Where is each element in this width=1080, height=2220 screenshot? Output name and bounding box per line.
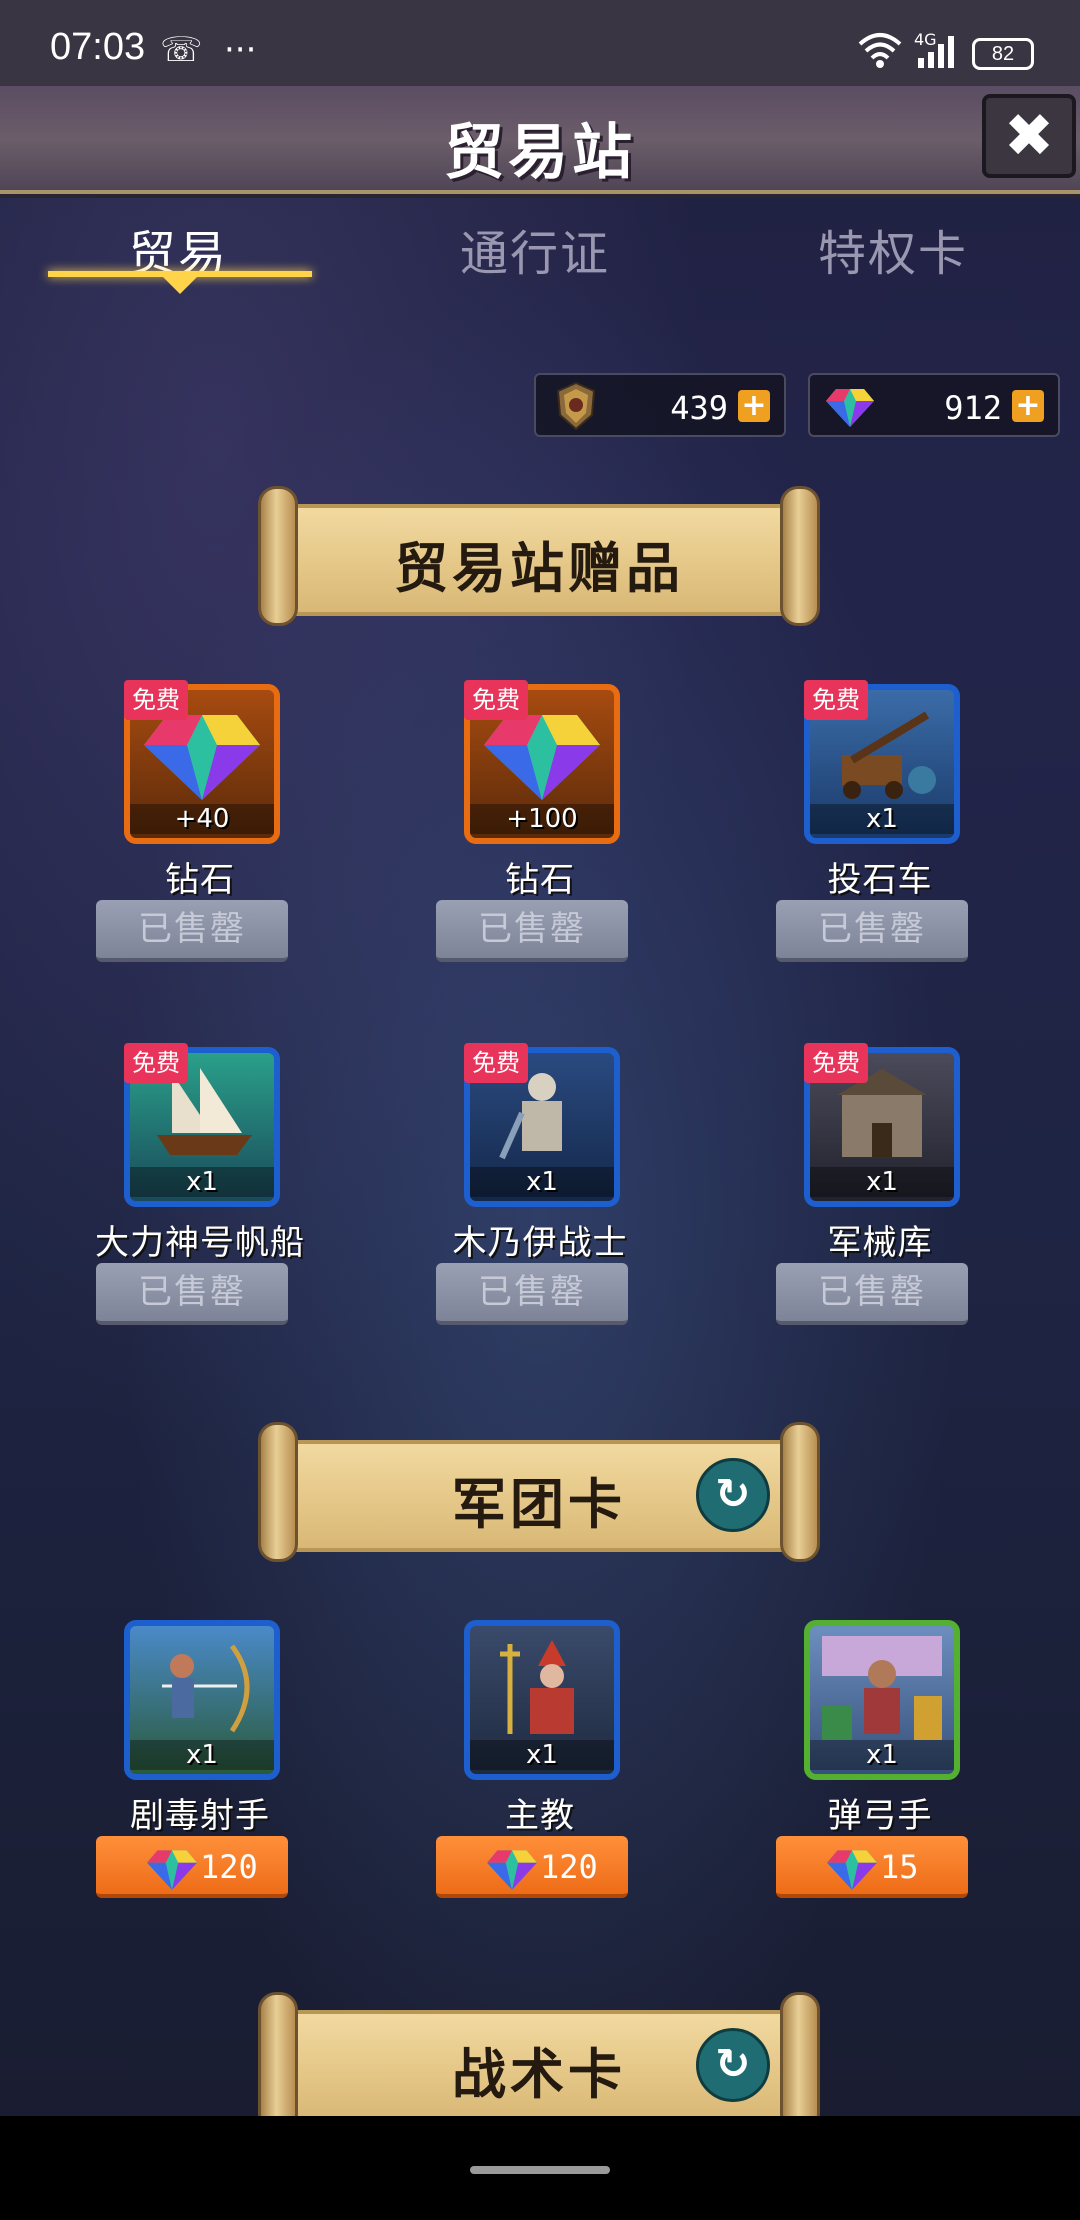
gift-item: x1 免费 军械库 已售罄	[740, 1043, 980, 1337]
item-name: 弹弓手	[827, 1796, 933, 1836]
item-quantity: x1	[130, 1740, 274, 1770]
free-badge: 免费	[124, 1043, 188, 1083]
bishop-icon	[500, 1640, 574, 1734]
tab-pass[interactable]: 通行证	[460, 214, 610, 284]
item-name: 木乃伊战士	[452, 1223, 628, 1263]
slinger-icon	[822, 1636, 942, 1740]
free-badge: 免费	[464, 680, 528, 720]
close-button[interactable]: ✖	[982, 94, 1076, 178]
item-tile[interactable]: x1	[804, 1620, 960, 1780]
item-tile[interactable]: x1	[124, 1620, 280, 1780]
item-name: 主教	[505, 1796, 575, 1836]
sold-out-button[interactable]: 已售罄	[96, 900, 288, 962]
free-badge: 免费	[804, 1043, 868, 1083]
buy-button[interactable]: 15	[776, 1836, 968, 1898]
item-name: 大力神号帆船	[95, 1223, 305, 1263]
price: 120	[540, 1848, 598, 1886]
item-name: 剧毒射手	[130, 1796, 270, 1836]
wifi-icon	[858, 33, 902, 68]
banner-legion-cards: 军团卡 ↻	[258, 1422, 820, 1562]
buy-button[interactable]: 120	[436, 1836, 628, 1898]
chevron-down-icon	[158, 272, 202, 294]
crest-count: 439	[670, 389, 728, 427]
home-indicator[interactable]	[470, 2166, 610, 2174]
section-title-gifts: 贸易站赠品	[394, 537, 684, 600]
item-quantity: x1	[810, 1167, 954, 1197]
refresh-button[interactable]: ↻	[696, 2028, 770, 2102]
tab-privilege-card[interactable]: 特权卡	[818, 214, 968, 284]
item-name: 钻石	[165, 860, 235, 900]
add-crest-button[interactable]: +	[738, 390, 770, 422]
item-quantity: x1	[130, 1167, 274, 1197]
item-tile[interactable]: x1	[464, 1620, 620, 1780]
item-quantity: x1	[470, 1167, 614, 1197]
signal-icon	[918, 36, 954, 68]
gift-item: x1 免费 投石车 已售罄	[740, 680, 980, 974]
item-name: 投石车	[827, 860, 933, 900]
price: 120	[200, 1848, 258, 1886]
price: 15	[880, 1848, 919, 1886]
legion-card-item: x1 剧毒射手 120	[60, 1620, 300, 1910]
crest-icon	[556, 381, 596, 431]
currency-diamond: 912 +	[808, 373, 1060, 437]
sold-out-button[interactable]: 已售罄	[776, 900, 968, 962]
more-icon: ···	[224, 30, 257, 70]
gift-item: x1 免费 木乃伊战士 已售罄	[400, 1043, 640, 1337]
sold-out-button[interactable]: 已售罄	[436, 900, 628, 962]
free-badge: 免费	[804, 680, 868, 720]
diamond-count: 912	[944, 389, 1002, 427]
gift-item: +40 免费 钻石 已售罄	[60, 680, 300, 974]
diamond-icon	[826, 389, 874, 427]
sold-out-button[interactable]: 已售罄	[776, 1263, 968, 1325]
archer-icon	[162, 1644, 250, 1733]
status-time: 07:03	[50, 26, 146, 68]
legion-card-item: x1 主教 120	[400, 1620, 640, 1910]
item-quantity: x1	[810, 1740, 954, 1770]
add-diamond-button[interactable]: +	[1012, 390, 1044, 422]
item-quantity: x1	[470, 1740, 614, 1770]
buy-button[interactable]: 120	[96, 1836, 288, 1898]
banner-gifts: 贸易站赠品	[258, 486, 820, 626]
currency-crest: 439 +	[534, 373, 786, 437]
diamond-icon	[487, 1850, 537, 1890]
gift-item: +100 免费 钻石 已售罄	[400, 680, 640, 974]
item-quantity: +40	[130, 804, 274, 834]
page-title: 贸易站	[444, 118, 636, 188]
item-quantity: x1	[810, 804, 954, 834]
legion-card-item: x1 弹弓手 15	[740, 1620, 980, 1910]
call-icon: ☏	[160, 30, 203, 70]
free-badge: 免费	[464, 1043, 528, 1083]
banner-tactics-cards: 战术卡 ↻	[258, 1992, 820, 2132]
gift-item: x1 免费 大力神号帆船 已售罄	[60, 1043, 304, 1337]
item-quantity: +100	[470, 804, 614, 834]
refresh-button[interactable]: ↻	[696, 1458, 770, 1532]
diamond-icon	[827, 1850, 877, 1890]
battery-indicator: 82	[972, 38, 1034, 70]
item-name: 钻石	[505, 860, 575, 900]
diamond-icon	[147, 1850, 197, 1890]
item-name: 军械库	[827, 1223, 933, 1263]
sold-out-button[interactable]: 已售罄	[96, 1263, 288, 1325]
status-bar: 07:03 ☏ ··· 4G 82	[0, 0, 1080, 86]
free-badge: 免费	[124, 680, 188, 720]
sold-out-button[interactable]: 已售罄	[436, 1263, 628, 1325]
